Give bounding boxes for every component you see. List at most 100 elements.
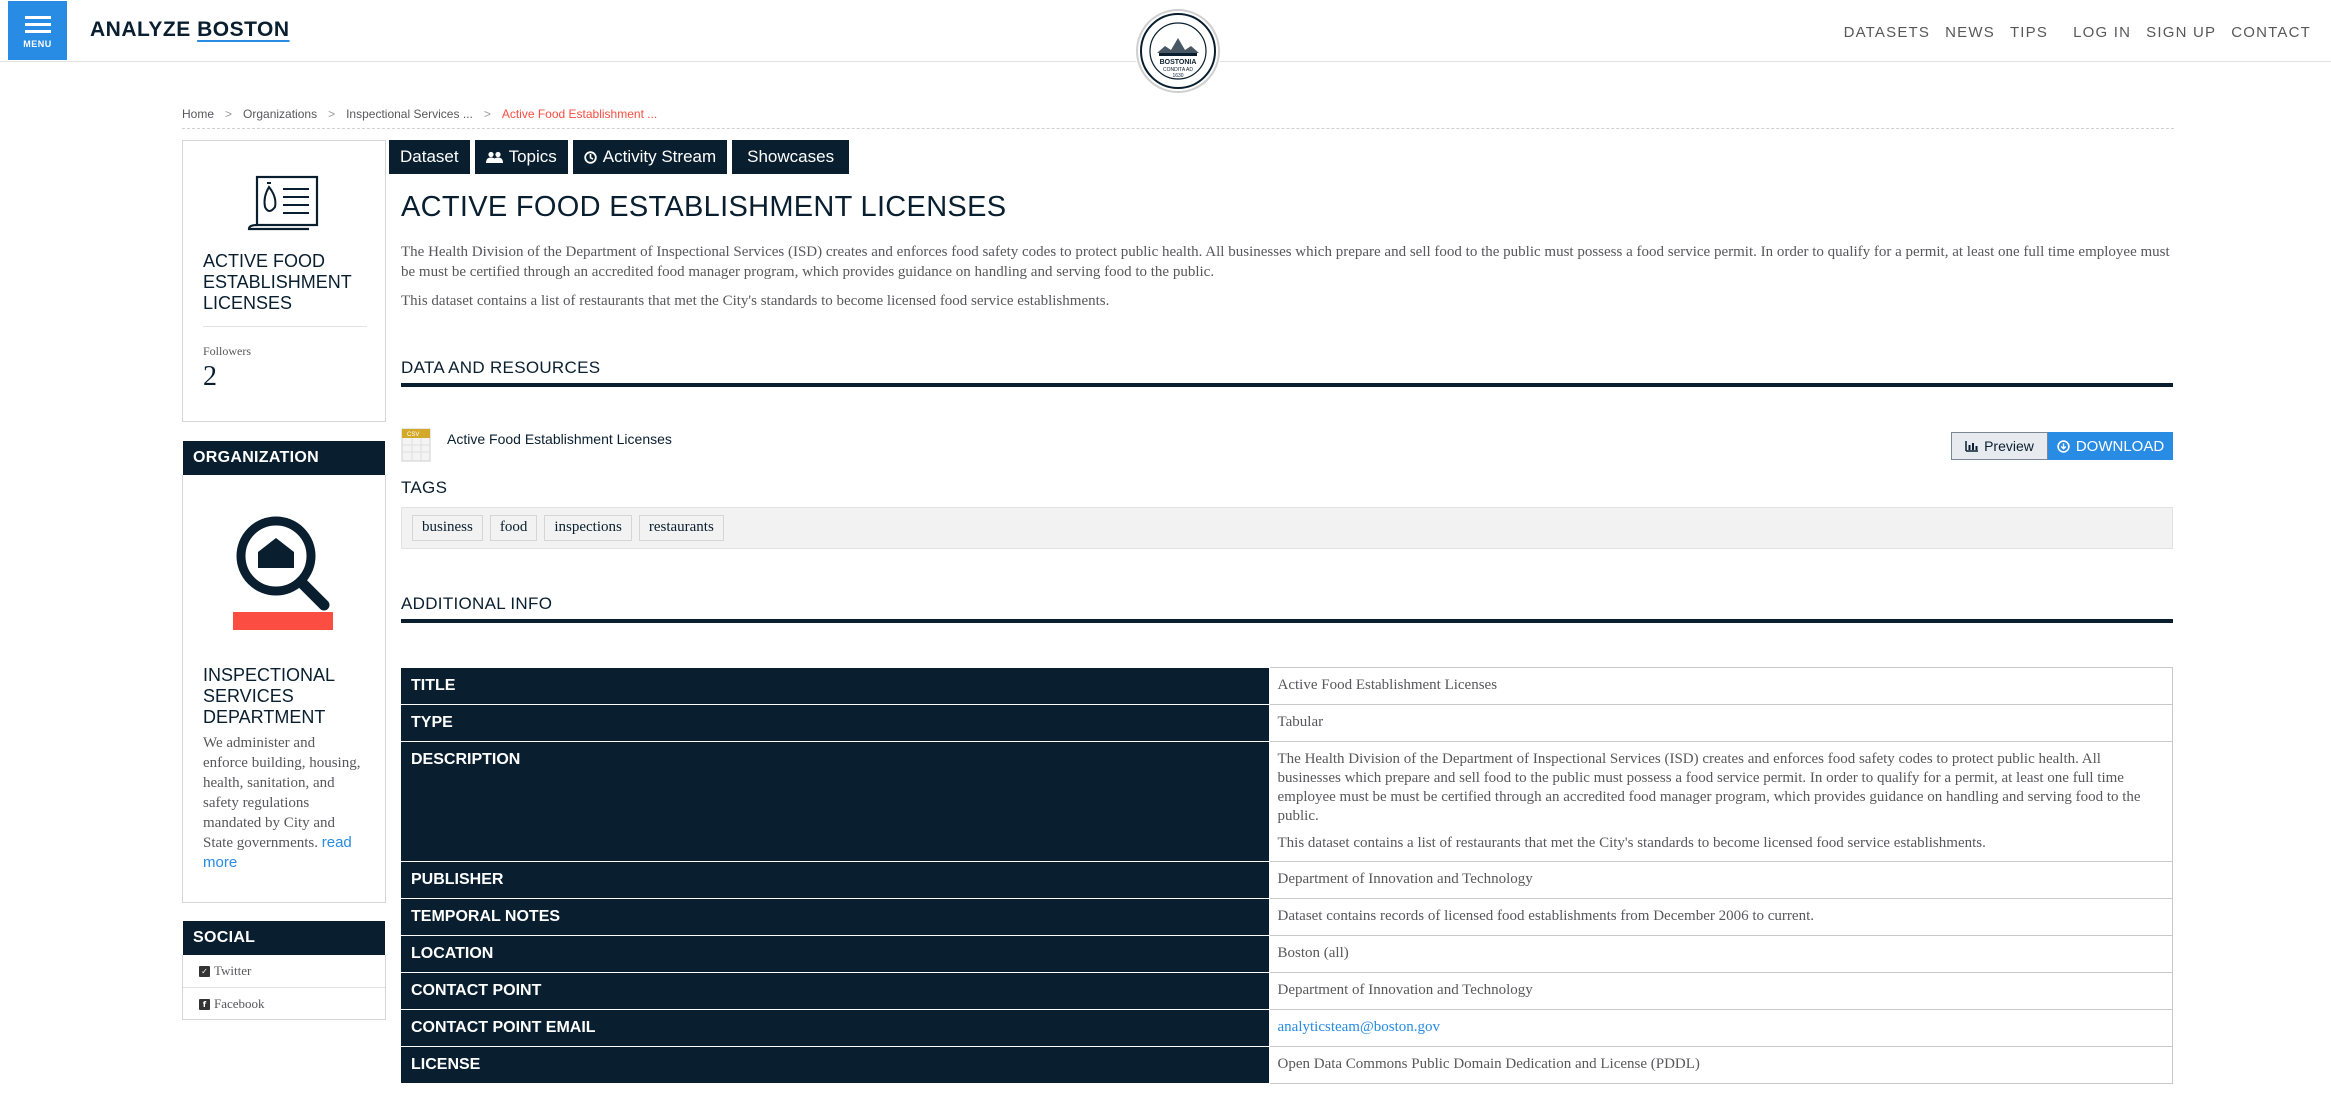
info-label-publisher: PUBLISHER <box>401 861 1270 899</box>
resource-name-link[interactable]: Active Food Establishment Licenses <box>447 431 672 447</box>
preview-button-label: Preview <box>1984 438 2034 454</box>
nav-log-in[interactable]: LOG IN <box>2073 24 2131 41</box>
tag-restaurants[interactable]: restaurants <box>638 515 724 541</box>
info-label-contact-point: CONTACT POINT <box>401 972 1270 1010</box>
inspectional-services-logo-icon[interactable] <box>228 510 338 630</box>
download-button-label: DOWNLOAD <box>2075 437 2165 455</box>
resource-item: CSV Active Food Establishment Licenses P… <box>401 428 2173 464</box>
table-row: TYPE Tabular <box>401 704 2173 742</box>
info-description-para-2: This dataset contains a list of restaura… <box>1277 835 1986 851</box>
tab-activity-stream[interactable]: Activity Stream <box>572 140 728 174</box>
nav-datasets[interactable]: DATASETS <box>1844 24 1931 41</box>
table-row: CONTACT POINT EMAIL analyticsteam@boston… <box>401 1009 2173 1047</box>
breadcrumb-home[interactable]: Home <box>182 107 214 128</box>
tab-dataset-label: Dataset <box>400 147 459 166</box>
data-and-resources-heading: DATA AND RESOURCES <box>401 358 2173 387</box>
info-value-contact-email: analyticsteam@boston.gov <box>1268 1009 2173 1047</box>
info-value-description: The Health Division of the Department of… <box>1268 741 2173 862</box>
organization-name[interactable]: INSPECTIONAL SERVICES DEPARTMENT <box>203 665 373 728</box>
table-row: TITLE Active Food Establishment Licenses <box>401 667 2173 705</box>
table-row: LOCATION Boston (all) <box>401 935 2173 973</box>
info-value-publisher: Department of Innovation and Technology <box>1268 861 2173 899</box>
facebook-icon: f <box>199 998 210 1010</box>
breadcrumb-separator: > <box>328 107 336 121</box>
social-twitter-label: Twitter <box>214 963 252 978</box>
followers-label: Followers <box>203 344 251 358</box>
tab-dataset[interactable]: Dataset <box>389 140 470 174</box>
seal-text-year: 1630 <box>1172 73 1183 79</box>
tab-showcases[interactable]: Showcases <box>732 140 850 174</box>
tab-activity-stream-label: Activity Stream <box>602 147 717 166</box>
brand-text-boston: BOSTON <box>197 18 290 41</box>
social-facebook-link[interactable]: f Facebook <box>199 996 265 1012</box>
site-logo-link[interactable]: ANALYZE BOSTON <box>90 18 290 42</box>
table-row: CONTACT POINT Department of Innovation a… <box>401 972 2173 1010</box>
info-value-title: Active Food Establishment Licenses <box>1268 667 2173 705</box>
contact-email-link[interactable]: analyticsteam@boston.gov <box>1278 1019 1441 1035</box>
city-seal-logo[interactable]: BOSTONIA CONDITA AD 1630 <box>1135 8 1221 94</box>
social-facebook-label: Facebook <box>214 996 265 1011</box>
sidebar-dataset-title: ACTIVE FOOD ESTABLISHMENT LICENSES <box>203 251 352 313</box>
organization-card: INSPECTIONAL SERVICES DEPARTMENT We admi… <box>182 475 386 903</box>
info-label-contact-email: CONTACT POINT EMAIL <box>401 1009 1270 1047</box>
organization-heading: ORGANIZATION <box>183 441 385 475</box>
info-label-title: TITLE <box>401 667 1270 705</box>
bar-chart-icon <box>1965 440 1979 452</box>
divider <box>203 326 367 327</box>
page-title: ACTIVE FOOD ESTABLISHMENT LICENSES <box>401 191 1007 223</box>
info-label-description: DESCRIPTION <box>401 741 1270 862</box>
nav-tips[interactable]: TIPS <box>2010 24 2048 41</box>
top-navigation: DATASETS NEWS TIPS LOG IN SIGN UP CONTAC… <box>1844 24 2311 41</box>
nav-sign-up[interactable]: SIGN UP <box>2146 24 2216 41</box>
brand-text-analyze: ANALYZE <box>90 18 191 41</box>
info-value-location: Boston (all) <box>1268 935 2173 973</box>
tab-showcases-label: Showcases <box>747 147 835 166</box>
menu-label: MENU <box>23 39 52 49</box>
site-header: MENU ANALYZE BOSTON BOSTONIA CONDITA AD … <box>0 0 2331 94</box>
info-value-type: Tabular <box>1268 704 2173 742</box>
info-label-location: LOCATION <box>401 935 1270 973</box>
info-value-license: Open Data Commons Public Domain Dedicati… <box>1268 1046 2173 1084</box>
city-seal-icon: BOSTONIA CONDITA AD 1630 <box>1136 9 1220 93</box>
info-label-temporal-notes: TEMPORAL NOTES <box>401 898 1270 936</box>
download-circle-icon <box>2057 439 2070 453</box>
nav-contact[interactable]: CONTACT <box>2231 24 2311 41</box>
menu-button[interactable]: MENU <box>8 1 67 60</box>
hamburger-icon <box>24 12 51 37</box>
tag-business[interactable]: business <box>412 515 483 541</box>
followers-count: 2 <box>203 361 217 392</box>
csv-format-label: CSV <box>407 432 419 438</box>
organization-description: We administer and enforce building, hous… <box>203 733 363 873</box>
table-row: LICENSE Open Data Commons Public Domain … <box>401 1046 2173 1084</box>
dataset-document-icon <box>247 175 319 231</box>
breadcrumb: Home > Organizations > Inspectional Serv… <box>182 107 2174 129</box>
info-description-para-1: The Health Division of the Department of… <box>1277 751 2141 824</box>
csv-file-icon: CSV <box>401 428 431 462</box>
tab-topics-label: Topics <box>508 147 557 166</box>
info-label-type: TYPE <box>401 704 1270 742</box>
breadcrumb-separator: > <box>483 107 491 121</box>
users-icon <box>485 151 503 163</box>
tab-topics[interactable]: Topics <box>474 140 568 174</box>
breadcrumb-separator: > <box>225 107 233 121</box>
dataset-description-1: The Health Division of the Department of… <box>401 244 2170 280</box>
info-label-license: LICENSE <box>401 1046 1270 1084</box>
table-row: TEMPORAL NOTES Dataset contains records … <box>401 898 2173 936</box>
download-button[interactable]: DOWNLOAD <box>2048 432 2173 460</box>
tag-food[interactable]: food <box>489 515 538 541</box>
info-value-temporal-notes: Dataset contains records of licensed foo… <box>1268 898 2173 936</box>
nav-news[interactable]: NEWS <box>1945 24 1995 41</box>
tags-heading: TAGS <box>401 478 448 497</box>
breadcrumb-organizations[interactable]: Organizations <box>243 107 317 128</box>
tag-inspections[interactable]: inspections <box>544 515 632 541</box>
tags-list: business food inspections restaurants <box>401 507 2173 549</box>
breadcrumb-current[interactable]: Active Food Establishment ... <box>502 107 657 128</box>
preview-button[interactable]: Preview <box>1951 432 2048 460</box>
breadcrumb-inspectional-services[interactable]: Inspectional Services ... <box>346 107 473 128</box>
table-row: DESCRIPTION The Health Division of the D… <box>401 741 2173 862</box>
divider <box>183 987 385 988</box>
additional-info-heading: ADDITIONAL INFO <box>401 594 2173 623</box>
social-heading: SOCIAL <box>183 921 385 955</box>
social-twitter-link[interactable]: ✓ Twitter <box>199 963 251 979</box>
table-row: PUBLISHER Department of Innovation and T… <box>401 861 2173 899</box>
